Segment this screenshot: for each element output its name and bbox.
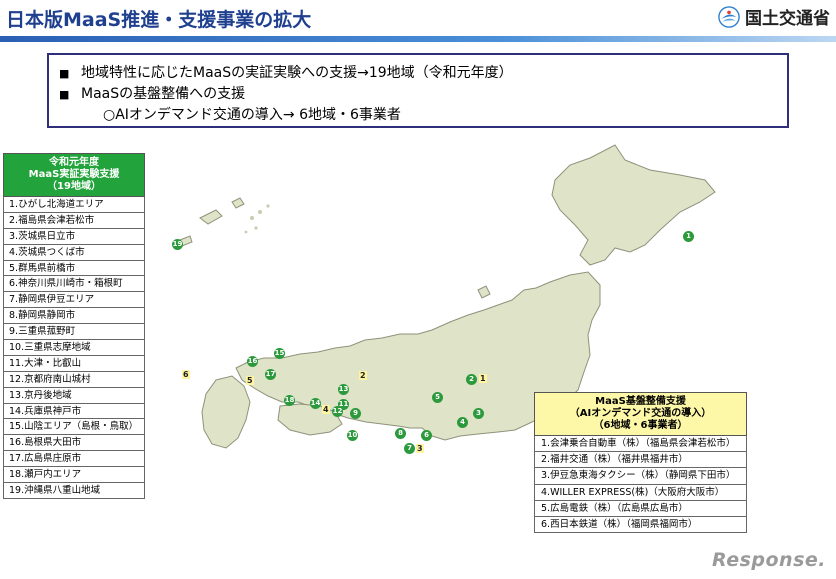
map-marker-6: 6 bbox=[421, 430, 432, 441]
table-row: 2.福井交通（株）（福井県福井市） bbox=[534, 452, 747, 469]
table-header-line: （AIオンデマンド交通の導入） bbox=[569, 408, 712, 419]
table-row: 16.島根県大田市 bbox=[3, 435, 145, 452]
map-marker-13: 13 bbox=[338, 384, 349, 395]
table-row: 17.広島県庄原市 bbox=[3, 451, 145, 468]
table-row: 1.会津乗合自動車（株）（福島県会津若松市） bbox=[534, 436, 747, 453]
demo-region-table-header: 令和元年度 MaaS実証実験支援 （19地域） bbox=[3, 153, 145, 197]
table-header-line: MaaS実証実験支援 bbox=[28, 169, 120, 180]
map-marker-7: 7 bbox=[404, 443, 415, 454]
watermark-text: Response. bbox=[712, 549, 826, 571]
table-row: 5.群馬県前橋市 bbox=[3, 260, 145, 277]
map-infra-label-2: 2 bbox=[359, 371, 367, 380]
map-marker-1: 1 bbox=[683, 231, 694, 242]
table-row: 18.瀬戸内エリア bbox=[3, 467, 145, 484]
table-row: 8.静岡県静岡市 bbox=[3, 308, 145, 325]
table-row: 15.山陰エリア（島根・鳥取） bbox=[3, 419, 145, 436]
table-header-line: （6地域・6事業者） bbox=[593, 420, 688, 431]
table-row: 2.福島県会津若松市 bbox=[3, 212, 145, 229]
summary-text: 地域特性に応じたMaaSの実証実験への支援→19地域（令和元年度） bbox=[81, 65, 513, 81]
summary-box: ■ 地域特性に応じたMaaSの実証実験への支援→19地域（令和元年度） ■ Ma… bbox=[47, 53, 789, 128]
map-marker-19: 19 bbox=[172, 239, 183, 250]
table-row: 6.西日本鉄道（株）（福岡県福岡市） bbox=[534, 516, 747, 534]
map-marker-15: 15 bbox=[274, 348, 285, 359]
infra-support-table-header: MaaS基盤整備支援 （AIオンデマンド交通の導入） （6地域・6事業者） bbox=[534, 392, 747, 436]
summary-line: ■ MaaSの基盤整備への支援 bbox=[59, 84, 787, 105]
map-marker-16: 16 bbox=[247, 356, 258, 367]
map-infra-label-4: 4 bbox=[322, 405, 330, 414]
map-marker-3: 3 bbox=[473, 408, 484, 419]
square-bullet-icon: ■ bbox=[59, 88, 70, 101]
table-row: 7.静岡県伊豆エリア bbox=[3, 292, 145, 309]
map-infra-label-5: 5 bbox=[246, 376, 254, 385]
map-infra-label-6: 6 bbox=[182, 370, 190, 379]
response-watermark: Response. bbox=[712, 549, 826, 571]
map-marker-17: 17 bbox=[265, 369, 276, 380]
summary-line: ■ 地域特性に応じたMaaSの実証実験への支援→19地域（令和元年度） bbox=[59, 63, 787, 84]
table-row: 9.三重県菰野町 bbox=[3, 324, 145, 341]
table-row: 13.京丹後地域 bbox=[3, 387, 145, 404]
table-row: 3.茨城県日立市 bbox=[3, 228, 145, 245]
demo-region-table: 令和元年度 MaaS実証実験支援 （19地域） 1.ひがし北海道エリア 2.福島… bbox=[3, 153, 145, 499]
table-row: 3.伊豆急東海タクシー（株）（静岡県下田市） bbox=[534, 468, 747, 485]
ministry-name: 国土交通省 bbox=[745, 9, 830, 29]
map-marker-5: 5 bbox=[432, 392, 443, 403]
square-bullet-icon: ■ bbox=[59, 67, 70, 80]
map-marker-8: 8 bbox=[395, 428, 406, 439]
table-header-line: MaaS基盤整備支援 bbox=[595, 396, 686, 407]
header-divider bbox=[0, 36, 836, 42]
table-row: 4.茨城県つくば市 bbox=[3, 244, 145, 261]
table-row: 12.京都府南山城村 bbox=[3, 371, 145, 388]
map-marker-10: 10 bbox=[347, 430, 358, 441]
table-row: 10.三重県志摩地域 bbox=[3, 340, 145, 356]
table-row: 19.沖縄県八重山地域 bbox=[3, 483, 145, 499]
table-header-line: 令和元年度 bbox=[49, 157, 99, 168]
table-row: 5.広島電鉄（株）（広島県広島市） bbox=[534, 500, 747, 517]
table-row: 1.ひがし北海道エリア bbox=[3, 197, 145, 213]
map-marker-9: 9 bbox=[350, 408, 361, 419]
page-header: 日本版MaaS推進・支援事業の拡大 国土交通省 bbox=[0, 0, 836, 44]
ministry-brand: 国土交通省 bbox=[718, 4, 830, 29]
map-marker-18: 18 bbox=[284, 395, 295, 406]
table-row: 14.兵庫県神戸市 bbox=[3, 403, 145, 420]
map-infra-label-3: 3 bbox=[416, 444, 424, 453]
ministry-logo-icon bbox=[718, 5, 740, 28]
infra-support-table: MaaS基盤整備支援 （AIオンデマンド交通の導入） （6地域・6事業者） 1.… bbox=[534, 392, 747, 534]
summary-text: MaaSの基盤整備への支援 bbox=[81, 86, 246, 102]
map-marker-2: 2 bbox=[466, 374, 477, 385]
table-row: 6.神奈川県川崎市・箱根町 bbox=[3, 276, 145, 293]
table-header-line: （19地域） bbox=[47, 181, 101, 192]
table-row: 4.WILLER EXPRESS(株)（大阪府大阪市） bbox=[534, 484, 747, 501]
map-marker-12: 12 bbox=[332, 406, 343, 417]
page-title: 日本版MaaS推進・支援事業の拡大 bbox=[6, 9, 312, 31]
map-infra-label-1: 1 bbox=[479, 374, 487, 383]
map-marker-14: 14 bbox=[310, 398, 321, 409]
map-marker-4: 4 bbox=[457, 417, 468, 428]
table-row: 11.大津・比叡山 bbox=[3, 355, 145, 372]
summary-subline: ○AIオンデマンド交通の導入→ 6地域・6事業者 bbox=[103, 107, 401, 123]
